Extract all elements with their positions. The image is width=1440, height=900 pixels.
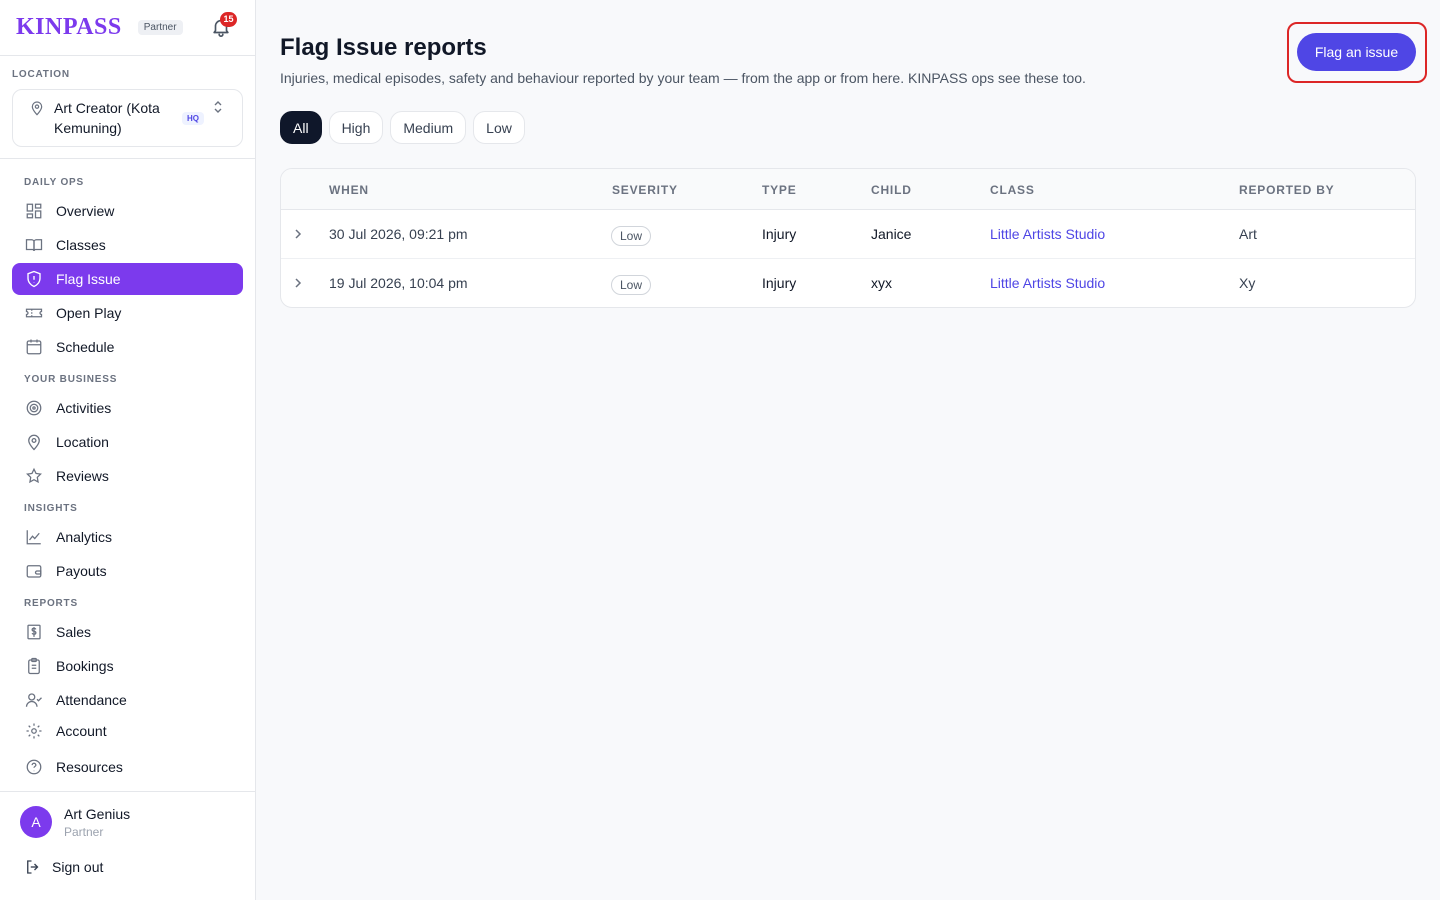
- column-header-when[interactable]: WHEN: [329, 183, 369, 197]
- filter-all[interactable]: All: [280, 111, 322, 144]
- cell-when: 30 Jul 2026, 09:21 pm: [329, 226, 468, 242]
- sidebar-item-label: Schedule: [56, 339, 115, 355]
- divider: [0, 791, 255, 792]
- severity-filter: All High Medium Low: [280, 111, 525, 144]
- chevron-right-icon[interactable]: [291, 226, 305, 242]
- cell-type: Injury: [762, 275, 797, 291]
- star-icon: [26, 467, 42, 484]
- location-switcher[interactable]: Art Creator (Kota Kemuning) HQ: [12, 89, 243, 147]
- reports-table: WHEN SEVERITY TYPE CHILD CLASS REPORTED …: [280, 168, 1416, 308]
- sidebar-item-label: Open Play: [56, 305, 122, 321]
- column-header-severity[interactable]: SEVERITY: [612, 183, 678, 197]
- table-row[interactable]: 19 Jul 2026, 10:04 pm Low Injury xyx Lit…: [281, 259, 1415, 307]
- cell-type: Injury: [762, 226, 797, 242]
- sidebar-item-open-play[interactable]: Open Play: [12, 297, 243, 329]
- sidebar: KINPASS Partner 15 LOCATION Art Creator …: [0, 0, 256, 900]
- shield-alert-icon: [27, 270, 41, 288]
- avatar[interactable]: A: [20, 806, 52, 838]
- chevron-right-icon[interactable]: [291, 275, 305, 291]
- chevron-up-down-icon: [214, 101, 222, 113]
- sidebar-item-label: Location: [56, 434, 109, 450]
- clipboard-icon: [28, 657, 40, 675]
- calendar-icon: [26, 339, 42, 355]
- sidebar-item-analytics[interactable]: Analytics: [12, 521, 243, 553]
- sidebar-item-label: Payouts: [56, 563, 107, 579]
- section-daily-ops: DAILY OPS: [24, 177, 84, 188]
- chart-line-icon: [26, 530, 41, 545]
- section-insights: INSIGHTS: [24, 503, 78, 514]
- hq-badge: HQ: [182, 111, 204, 125]
- sidebar-item-sales[interactable]: Sales: [12, 616, 243, 648]
- filter-low[interactable]: Low: [473, 111, 525, 144]
- sidebar-item-schedule[interactable]: Schedule: [12, 331, 243, 363]
- table-row[interactable]: 30 Jul 2026, 09:21 pm Low Injury Janice …: [281, 210, 1415, 259]
- table-header: WHEN SEVERITY TYPE CHILD CLASS REPORTED …: [281, 169, 1415, 210]
- user-role: Partner: [64, 825, 104, 839]
- column-header-child[interactable]: CHILD: [871, 183, 912, 197]
- target-icon: [26, 400, 42, 416]
- sidebar-item-label: Classes: [56, 237, 106, 253]
- notification-badge: 15: [220, 12, 237, 27]
- sidebar-item-resources[interactable]: Resources: [12, 751, 243, 783]
- sidebar-item-label: Account: [56, 723, 107, 739]
- location-label: LOCATION: [12, 69, 70, 80]
- severity-badge: Low: [611, 275, 652, 295]
- column-header-class[interactable]: CLASS: [990, 183, 1035, 197]
- map-pin-icon: [28, 434, 40, 451]
- grid-icon: [26, 203, 42, 219]
- sidebar-item-label: Analytics: [56, 529, 113, 545]
- sidebar-item-bookings[interactable]: Bookings: [12, 650, 243, 682]
- sidebar-item-overview[interactable]: Overview: [12, 195, 243, 227]
- sidebar-item-classes[interactable]: Classes: [12, 229, 243, 261]
- section-reports: REPORTS: [24, 598, 78, 609]
- sidebar-item-label: Overview: [56, 203, 115, 219]
- book-icon: [25, 239, 43, 252]
- cell-when: 19 Jul 2026, 10:04 pm: [329, 275, 468, 291]
- partner-tag: Partner: [137, 20, 183, 35]
- map-pin-icon: [31, 101, 43, 116]
- section-your-business: YOUR BUSINESS: [24, 374, 118, 385]
- cell-child: xyx: [871, 275, 892, 291]
- filter-high[interactable]: High: [328, 111, 384, 144]
- sidebar-item-attendance[interactable]: Attendance: [12, 684, 243, 716]
- column-header-reported-by[interactable]: REPORTED BY: [1239, 183, 1334, 197]
- sidebar-item-location[interactable]: Location: [12, 426, 243, 458]
- ticket-icon: [25, 308, 43, 318]
- brand-logo[interactable]: KINPASS: [16, 14, 122, 41]
- cell-class-link[interactable]: Little Artists Studio: [990, 275, 1105, 291]
- column-header-type[interactable]: TYPE: [762, 183, 797, 197]
- help-circle-icon: [26, 759, 42, 775]
- log-out-icon: [27, 860, 39, 874]
- severity-badge: Low: [611, 226, 652, 246]
- user-name: Art Genius: [64, 806, 131, 822]
- page-subtitle: Injuries, medical episodes, safety and b…: [280, 70, 1086, 86]
- user-check-icon: [25, 693, 42, 707]
- sign-out-button[interactable]: Sign out: [24, 858, 103, 876]
- wallet-icon: [26, 565, 42, 578]
- sidebar-item-label: Resources: [56, 759, 123, 775]
- sidebar-item-activities[interactable]: Activities: [12, 392, 243, 424]
- dollar-receipt-icon: [27, 624, 41, 640]
- divider: [0, 158, 255, 159]
- cell-child: Janice: [871, 226, 912, 242]
- cell-reported-by: Art: [1239, 226, 1257, 242]
- sidebar-item-payouts[interactable]: Payouts: [12, 555, 243, 587]
- page-title: Flag Issue reports: [280, 34, 487, 61]
- sidebar-item-label: Activities: [56, 400, 112, 416]
- sidebar-item-label: Flag Issue: [56, 271, 121, 287]
- sidebar-item-flag-issue[interactable]: Flag Issue: [12, 263, 243, 295]
- gear-icon: [26, 723, 42, 739]
- sidebar-item-label: Reviews: [56, 468, 109, 484]
- sidebar-item-label: Bookings: [56, 658, 114, 674]
- location-name: Art Creator (Kota Kemuning): [54, 100, 160, 136]
- sidebar-item-label: Sales: [56, 624, 92, 640]
- sign-out-label: Sign out: [52, 859, 104, 875]
- filter-medium[interactable]: Medium: [390, 111, 467, 144]
- sidebar-item-reviews[interactable]: Reviews: [12, 460, 243, 492]
- cell-class-link[interactable]: Little Artists Studio: [990, 226, 1105, 242]
- sidebar-item-account[interactable]: Account: [12, 715, 243, 747]
- sidebar-item-label: Attendance: [56, 692, 127, 708]
- cell-reported-by: Xy: [1239, 275, 1256, 291]
- flag-an-issue-button[interactable]: Flag an issue: [1297, 33, 1416, 71]
